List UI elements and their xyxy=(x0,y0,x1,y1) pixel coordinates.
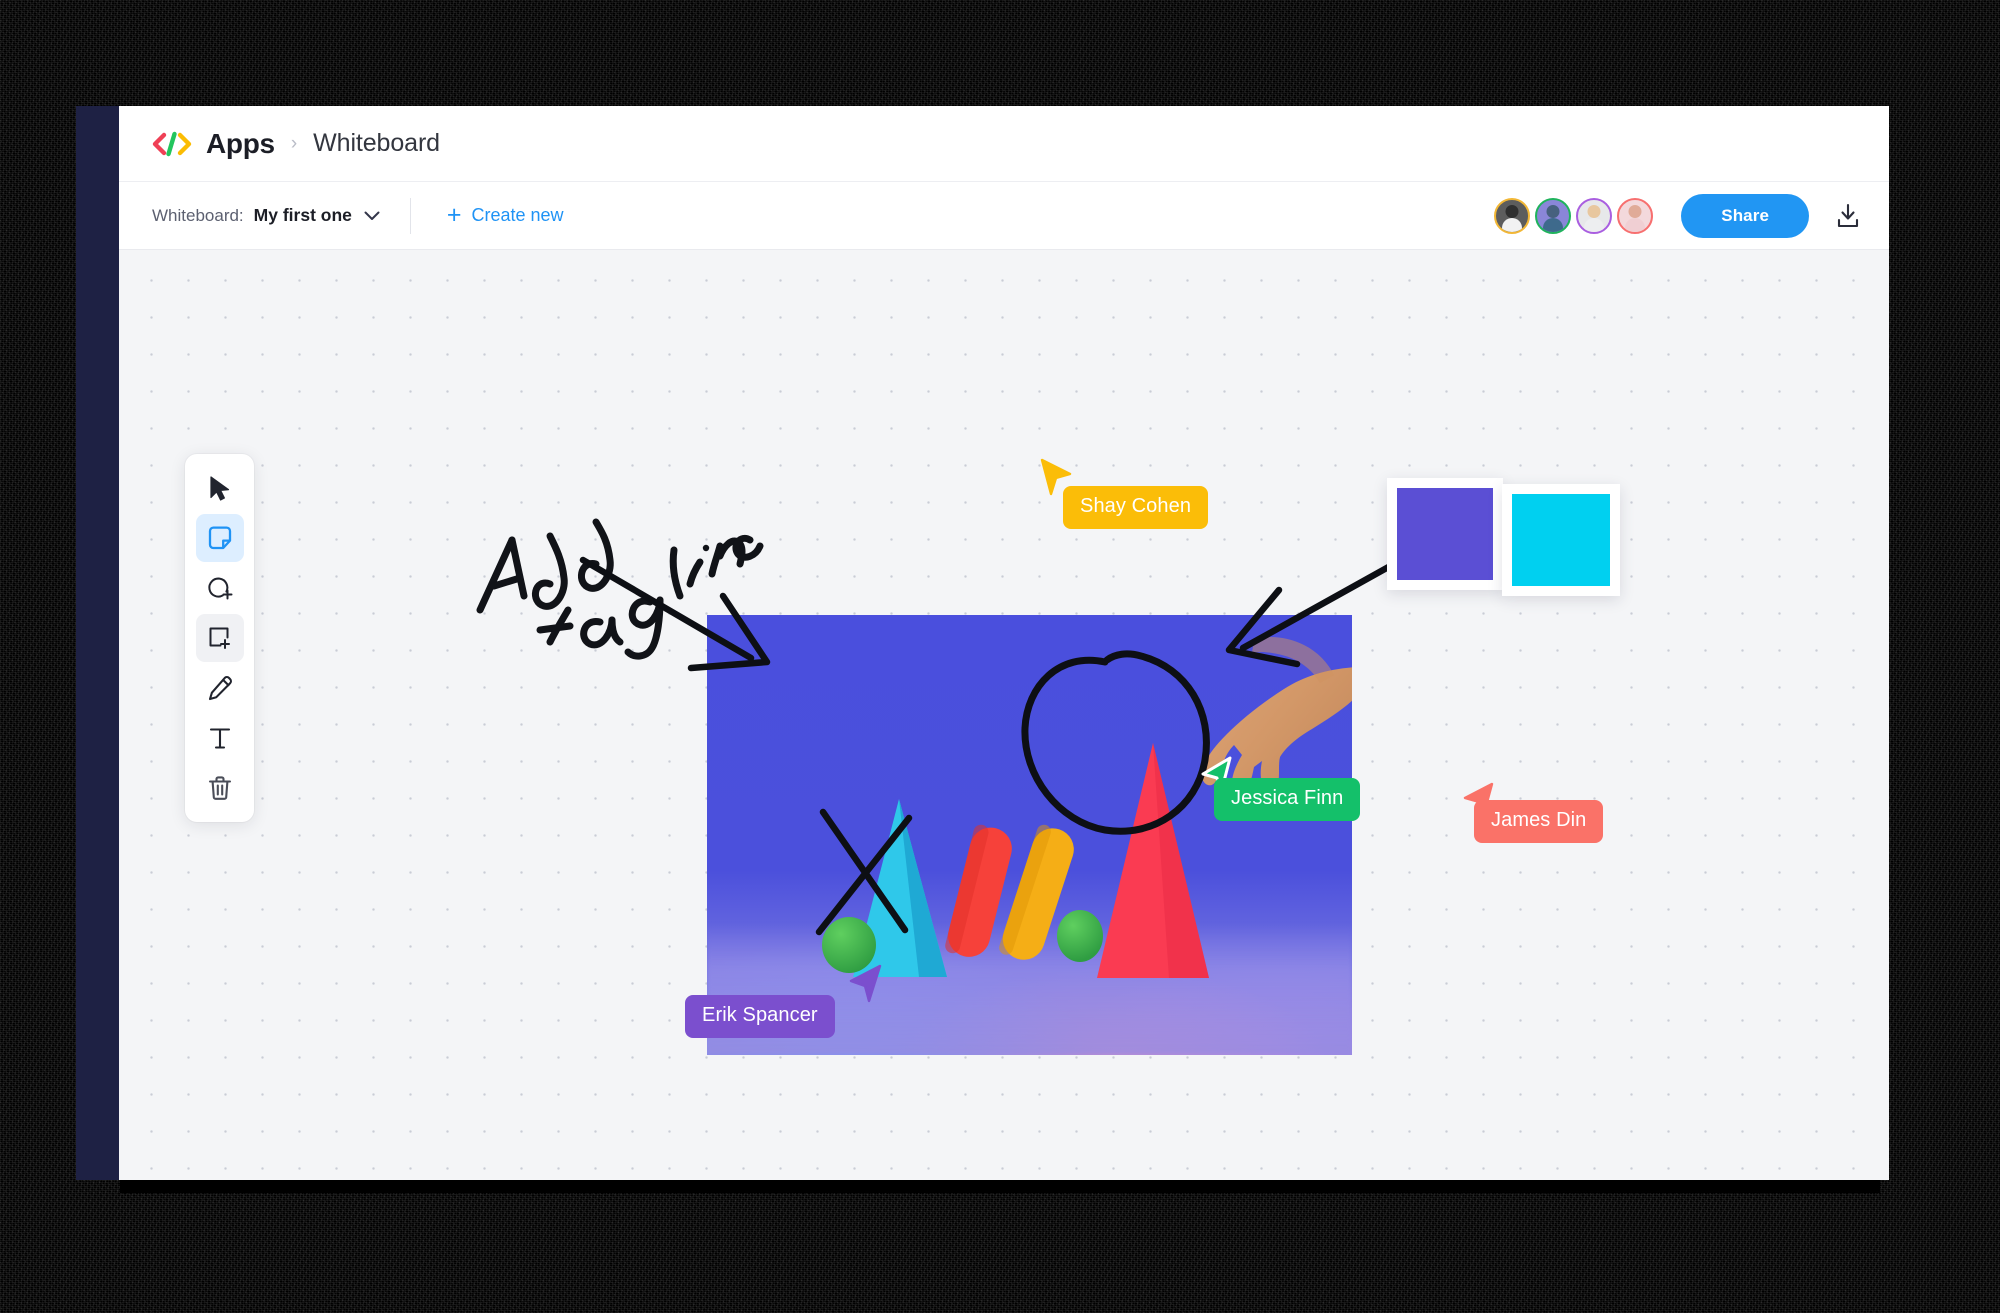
avatar[interactable] xyxy=(1576,197,1613,234)
create-new-label: Create new xyxy=(471,205,564,225)
download-icon[interactable] xyxy=(1835,202,1861,230)
chevron-down-icon[interactable] xyxy=(364,211,380,221)
avatar[interactable] xyxy=(1535,197,1572,234)
brand-title[interactable]: Apps xyxy=(206,128,275,160)
code-brackets-logo-icon[interactable] xyxy=(152,130,192,158)
create-new-button[interactable]: + Create new xyxy=(447,203,564,228)
cyan-swatch-card[interactable] xyxy=(1502,484,1620,596)
app-body: Apps › Whiteboard Whiteboard: My first o… xyxy=(119,106,1889,1180)
avatar-head xyxy=(1546,204,1560,218)
whiteboard-canvas[interactable]: Shay Cohen Jessica Finn James Din Erik S… xyxy=(119,250,1889,1180)
text-tool[interactable] xyxy=(196,714,244,762)
nametag-label: Erik Spancer xyxy=(702,1004,818,1026)
nametag-erik-spancer[interactable]: Erik Spancer xyxy=(685,995,835,1038)
avatar[interactable] xyxy=(1617,197,1654,234)
toolbar: Whiteboard: My first one + Create new Sh… xyxy=(119,182,1889,250)
app-left-rail xyxy=(76,106,119,1180)
avatar-body xyxy=(1502,217,1523,232)
avatar-body xyxy=(1584,217,1605,232)
nametag-shay-cohen[interactable]: Shay Cohen xyxy=(1063,486,1209,529)
nametag-james-din[interactable]: James Din xyxy=(1474,800,1604,843)
sticky-note-tool[interactable] xyxy=(195,514,244,562)
avatar-head xyxy=(1628,204,1642,218)
cursor-erik-spancer xyxy=(849,964,882,1003)
whiteboard-select-value[interactable]: My first one xyxy=(254,205,352,226)
pencil-tool[interactable] xyxy=(196,664,244,712)
purple-swatch[interactable] xyxy=(1397,488,1493,580)
avatar-body xyxy=(1543,217,1564,232)
app-window: Apps › Whiteboard Whiteboard: My first o… xyxy=(76,106,1889,1180)
purple-swatch-card[interactable] xyxy=(1387,478,1503,590)
avatar-body xyxy=(1625,217,1646,232)
add-frame-tool[interactable] xyxy=(195,614,244,662)
toolbar-divider xyxy=(409,197,411,234)
collaborator-avatars xyxy=(1494,197,1654,234)
cyan-swatch[interactable] xyxy=(1512,494,1610,586)
whiteboard-photo[interactable] xyxy=(707,615,1352,1055)
nametag-jessica-finn[interactable]: Jessica Finn xyxy=(1214,778,1361,821)
add-circle-tool[interactable] xyxy=(196,564,244,612)
nametag-label: James Din xyxy=(1491,809,1587,831)
breadcrumb-current: Whiteboard xyxy=(313,129,440,157)
avatar[interactable] xyxy=(1494,197,1531,234)
breadcrumb-separator: › xyxy=(290,132,298,154)
avatar-head xyxy=(1587,204,1601,218)
nametag-label: Jessica Finn xyxy=(1231,787,1344,809)
plus-icon: + xyxy=(446,201,462,229)
avatar-head xyxy=(1505,204,1519,218)
select-tool[interactable] xyxy=(196,464,244,512)
tool-palette xyxy=(185,454,254,822)
delete-tool[interactable] xyxy=(196,764,244,812)
whiteboard-label: Whiteboard: xyxy=(152,205,244,225)
header: Apps › Whiteboard xyxy=(119,106,1889,182)
nametag-label: Shay Cohen xyxy=(1080,495,1192,517)
share-button[interactable]: Share xyxy=(1681,193,1809,238)
